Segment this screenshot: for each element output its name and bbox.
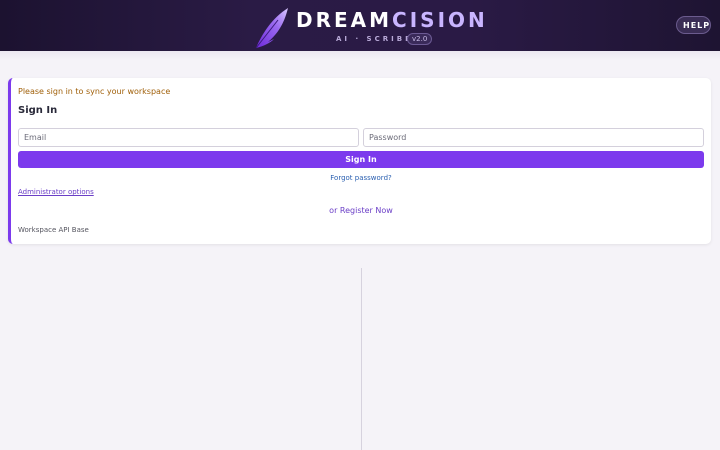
brand-name: DREAMCISION xyxy=(296,10,488,30)
administrator-options-link[interactable]: Administrator options xyxy=(18,188,94,196)
panel-divider xyxy=(361,268,362,450)
app-header: DREAMCISION AI · SCRIBE v2.0 HELP xyxy=(0,0,720,51)
brand-name-part2: CISION xyxy=(392,8,488,32)
signin-button[interactable]: Sign In xyxy=(18,151,704,168)
header-shadow-bar xyxy=(0,51,720,60)
signin-card: Please sign in to sync your workspace Si… xyxy=(8,78,711,244)
password-input[interactable] xyxy=(363,128,704,147)
signin-notice: Please sign in to sync your workspace xyxy=(18,87,171,96)
workspace-api-base-label[interactable]: Workspace API Base xyxy=(18,226,89,234)
brand-name-part1: DREAM xyxy=(296,8,393,32)
version-badge: v2.0 xyxy=(407,33,433,45)
signin-title: Sign In xyxy=(18,105,58,116)
email-input[interactable] xyxy=(18,128,359,147)
forgot-password-link[interactable]: Forgot password? xyxy=(11,174,711,182)
brand-logo[interactable]: DREAMCISION AI · SCRIBE v2.0 xyxy=(252,4,485,49)
brand-tagline: AI · SCRIBE xyxy=(336,35,413,43)
feather-quill-icon xyxy=(255,8,288,49)
help-button[interactable]: HELP xyxy=(676,16,711,34)
register-link[interactable]: or Register Now xyxy=(11,206,711,215)
